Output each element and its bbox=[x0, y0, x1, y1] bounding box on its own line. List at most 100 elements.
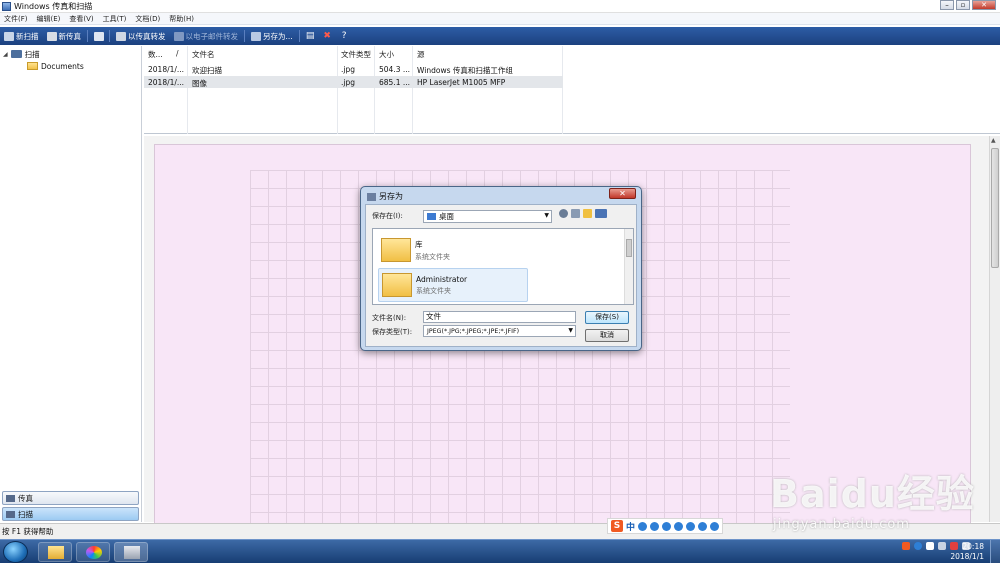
help-button[interactable]: ? bbox=[338, 30, 351, 43]
view-menu-icon[interactable] bbox=[595, 209, 607, 218]
column-source bbox=[413, 46, 563, 134]
row-filetype: .jpg bbox=[341, 65, 355, 74]
nav-scan-label: 扫描 bbox=[18, 509, 33, 519]
save-in-value: 桌面 bbox=[439, 212, 454, 221]
toolbar-separator bbox=[298, 30, 300, 42]
file-browser-list: 库 系统文件夹 Administrator 系统文件夹 bbox=[372, 228, 634, 305]
new-scan-button[interactable]: 新扫描 bbox=[2, 29, 41, 43]
expand-arrow-icon[interactable]: ◢ bbox=[3, 51, 8, 58]
cancel-button[interactable]: 取消 bbox=[585, 329, 629, 342]
menu-document[interactable]: 文档(D) bbox=[135, 14, 160, 24]
list-item-library[interactable]: 库 系统文件夹 bbox=[378, 233, 528, 267]
taskbar-explorer[interactable] bbox=[38, 542, 72, 562]
microphone-icon[interactable] bbox=[662, 521, 672, 531]
ime-mode[interactable]: 中 bbox=[626, 520, 635, 533]
start-button[interactable] bbox=[3, 541, 28, 563]
fax-icon bbox=[6, 494, 15, 502]
header-date[interactable]: 数... bbox=[148, 49, 163, 60]
header-size[interactable]: 大小 bbox=[379, 49, 394, 60]
back-icon[interactable] bbox=[559, 209, 568, 218]
folder-icon bbox=[48, 546, 64, 559]
header-source[interactable]: 源 bbox=[417, 49, 425, 60]
row-filename: 欢迎扫描 bbox=[192, 66, 222, 75]
tree-item-documents[interactable]: Documents bbox=[0, 60, 141, 72]
forward-as-email-button[interactable]: 以电子邮件转发 bbox=[172, 29, 241, 43]
maximize-button[interactable]: ▫ bbox=[956, 0, 970, 10]
filetype-label: 保存类型(T): bbox=[372, 328, 413, 336]
item-subtitle: 系统文件夹 bbox=[416, 286, 451, 295]
nav-scan-button[interactable]: 扫描 bbox=[2, 507, 139, 521]
nav-fax-label: 传真 bbox=[18, 493, 33, 503]
save-in-label: 保存在(I): bbox=[372, 212, 403, 220]
taskbar-media-player[interactable] bbox=[76, 542, 110, 562]
nav-fax-button[interactable]: 传真 bbox=[2, 491, 139, 505]
view-toggle-button[interactable] bbox=[92, 30, 105, 43]
item-subtitle: 系统文件夹 bbox=[415, 252, 450, 261]
item-name: Administrator bbox=[416, 274, 468, 284]
row-source: HP LaserJet M1005 MFP bbox=[417, 78, 506, 87]
up-folder-icon[interactable] bbox=[571, 209, 580, 218]
scrollbar-thumb[interactable] bbox=[626, 239, 632, 257]
header-filetype[interactable]: 文件类型 bbox=[341, 49, 371, 60]
filetype-value: JPEG(*.JPG;*.JPEG;*.JPE;*.JFIF) bbox=[427, 327, 520, 335]
save-in-combo[interactable]: 桌面 ▼ bbox=[423, 210, 552, 223]
network-tray-icon[interactable] bbox=[938, 542, 946, 550]
user-icon[interactable] bbox=[686, 521, 696, 531]
row-filetype: .jpg bbox=[341, 78, 355, 87]
menu-file[interactable]: 文件(F) bbox=[4, 14, 28, 24]
toolbar: 新扫描 新传真 以传真转发 以电子邮件转发 另存为... ▤ ✖ ? bbox=[0, 27, 1000, 45]
list-item-administrator[interactable]: Administrator 系统文件夹 bbox=[378, 268, 528, 302]
scanner-icon bbox=[124, 546, 140, 559]
watermark-url: jingyan.baidu.com bbox=[773, 517, 910, 532]
scroll-up-icon[interactable]: ▲ bbox=[991, 137, 996, 144]
toolbar-separator bbox=[109, 30, 110, 42]
menu-view[interactable]: 查看(V) bbox=[69, 14, 93, 24]
taskbar-fax-scan[interactable] bbox=[114, 542, 148, 562]
skin-icon[interactable] bbox=[698, 521, 708, 531]
new-folder-icon[interactable] bbox=[583, 209, 592, 218]
scrollbar-thumb[interactable] bbox=[991, 148, 999, 268]
tree-item-scan[interactable]: ◢ 扫描 bbox=[0, 48, 141, 60]
file-list-scrollbar[interactable] bbox=[624, 229, 633, 304]
save-as-button[interactable]: 另存为... bbox=[249, 29, 295, 43]
help-tray-icon[interactable] bbox=[914, 542, 922, 550]
filename-label: 文件名(N): bbox=[372, 314, 407, 322]
tree-item-documents-label: Documents bbox=[41, 61, 84, 71]
toolbox-icon[interactable] bbox=[710, 521, 720, 531]
menu-help[interactable]: 帮助(H) bbox=[169, 14, 194, 24]
sogou-logo-icon[interactable]: S bbox=[611, 520, 623, 532]
media-player-icon bbox=[86, 546, 102, 559]
window-titlebar: Windows 传真和扫描 – ▫ ✕ bbox=[0, 0, 1000, 13]
filetype-select[interactable]: JPEG(*.JPG;*.JPEG;*.JPE;*.JFIF) ▼ bbox=[423, 325, 576, 337]
punctuation-icon[interactable] bbox=[638, 521, 648, 531]
emoji-icon[interactable] bbox=[650, 521, 660, 531]
print-button[interactable]: ▤ bbox=[304, 30, 317, 43]
view-icon bbox=[93, 31, 104, 41]
minimize-button[interactable]: – bbox=[940, 0, 954, 10]
tree-item-scan-label: 扫描 bbox=[24, 49, 40, 59]
header-filename[interactable]: 文件名 bbox=[192, 49, 215, 60]
new-fax-button[interactable]: 新传真 bbox=[45, 29, 84, 43]
forward-as-fax-button[interactable]: 以传真转发 bbox=[114, 29, 168, 43]
clock[interactable]: 20:18 2018/1/1 bbox=[950, 542, 984, 562]
save-button[interactable]: 保存(S) bbox=[585, 311, 629, 324]
row-size: 685.1 ... bbox=[379, 78, 411, 87]
menu-edit[interactable]: 编辑(E) bbox=[37, 14, 61, 24]
sogou-tray-icon[interactable] bbox=[902, 542, 910, 550]
row-source: Windows 传真和扫描工作组 bbox=[417, 66, 513, 75]
keyboard-icon[interactable] bbox=[674, 521, 684, 531]
delete-button[interactable]: ✖ bbox=[321, 30, 334, 43]
show-desktop-button[interactable] bbox=[990, 540, 1000, 563]
forward-email-label: 以电子邮件转发 bbox=[185, 31, 239, 41]
row-date: 2018/1/... bbox=[148, 65, 185, 74]
arrow-tray-icon[interactable] bbox=[926, 542, 934, 550]
new-fax-label: 新传真 bbox=[58, 31, 82, 41]
dialog-titlebar: 另存为 bbox=[367, 191, 403, 202]
filename-input[interactable]: 文件 bbox=[423, 311, 576, 323]
dialog-close-button[interactable]: ✕ bbox=[609, 188, 636, 199]
watermark: Baidu经验 jingyan.baidu.com bbox=[770, 455, 1000, 540]
user-folder-icon bbox=[382, 273, 412, 297]
close-button[interactable]: ✕ bbox=[972, 0, 996, 10]
desktop-icon bbox=[427, 213, 436, 220]
menu-tools[interactable]: 工具(T) bbox=[103, 14, 127, 24]
